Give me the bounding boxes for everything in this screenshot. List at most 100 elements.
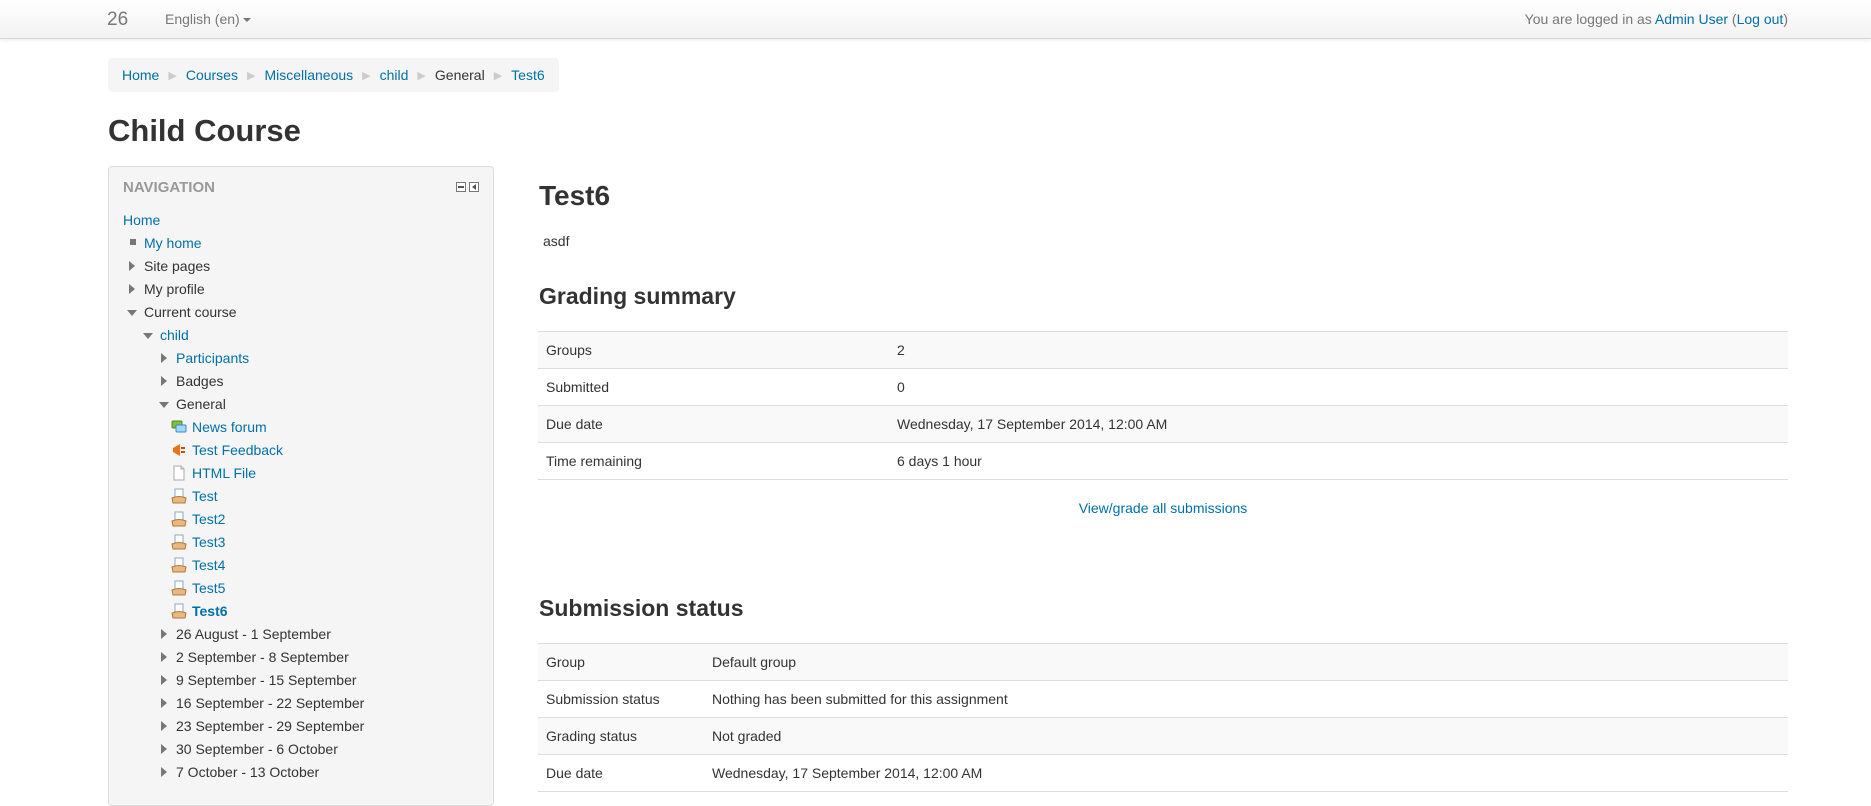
nav-item-my-home[interactable]: My home bbox=[109, 232, 493, 255]
nav-item-label: Badges bbox=[176, 373, 224, 389]
nav-item-site-pages[interactable]: Site pages bbox=[109, 255, 493, 278]
row-label: Due date bbox=[538, 405, 889, 443]
file-icon bbox=[173, 465, 185, 481]
nav-item-test4[interactable]: Test4 bbox=[109, 554, 493, 577]
breadcrumb-miscellaneous[interactable]: Miscellaneous bbox=[264, 67, 353, 83]
breadcrumb-general: General bbox=[434, 67, 485, 83]
top-navbar: 26 English (en) You are logged in as Adm… bbox=[0, 0, 1871, 39]
nav-item-label: General bbox=[176, 396, 226, 412]
assignment-title: Test6 bbox=[539, 180, 611, 211]
nav-item-test5[interactable]: Test5 bbox=[109, 577, 493, 600]
row-value: 6 days 1 hour bbox=[889, 442, 1788, 480]
nav-item-week[interactable]: 16 September - 22 September bbox=[109, 692, 493, 715]
nav-item-week[interactable]: 30 September - 6 October bbox=[109, 738, 493, 761]
breadcrumb-home[interactable]: Home bbox=[122, 67, 159, 83]
row-label: Grading status bbox=[538, 717, 704, 755]
nav-item-html-file[interactable]: HTML File bbox=[109, 462, 493, 485]
nav-item-label[interactable]: Test3 bbox=[192, 531, 225, 554]
nav-item-week[interactable]: 2 September - 8 September bbox=[109, 646, 493, 669]
dock-block-icon[interactable] bbox=[469, 182, 479, 192]
nav-item-label[interactable]: Test5 bbox=[192, 577, 225, 600]
site-brand[interactable]: 26 bbox=[107, 9, 128, 31]
nav-item-week[interactable]: 7 October - 13 October bbox=[109, 761, 493, 784]
collapse-arrow-icon[interactable] bbox=[159, 402, 169, 408]
breadcrumb: Home ▶ Courses ▶ Miscellaneous ▶ child ▶… bbox=[108, 58, 559, 92]
nav-item-label[interactable]: Participants bbox=[176, 347, 249, 370]
expand-arrow-icon[interactable] bbox=[161, 652, 167, 662]
nav-item-label[interactable]: Test bbox=[192, 485, 218, 508]
expand-arrow-icon[interactable] bbox=[161, 767, 167, 777]
nav-item-label[interactable]: Test6 bbox=[192, 600, 228, 623]
nav-item-test6[interactable]: Test6 bbox=[109, 600, 493, 623]
table-row: Group Default group bbox=[538, 643, 1788, 681]
nav-item-news-forum[interactable]: News forum bbox=[109, 416, 493, 439]
nav-item-label: Site pages bbox=[144, 258, 211, 274]
collapse-arrow-icon[interactable] bbox=[143, 333, 153, 339]
grading-summary-title: Grading summary bbox=[539, 283, 736, 309]
login-info: You are logged in as Admin User (Log out… bbox=[1525, 11, 1788, 27]
nav-item-label: 2 September - 8 September bbox=[176, 649, 349, 665]
nav-item-label[interactable]: Test Feedback bbox=[192, 439, 283, 462]
nav-item-label[interactable]: Test4 bbox=[192, 554, 225, 577]
row-label: Groups bbox=[538, 331, 889, 369]
breadcrumb-child[interactable]: child bbox=[380, 67, 409, 83]
row-label: Submission status bbox=[538, 680, 704, 718]
expand-arrow-icon[interactable] bbox=[161, 353, 167, 363]
nav-item-general[interactable]: General bbox=[109, 393, 493, 416]
nav-item-test2[interactable]: Test2 bbox=[109, 508, 493, 531]
breadcrumb-separator-icon: ▶ bbox=[246, 69, 256, 82]
nav-item-participants[interactable]: Participants bbox=[109, 347, 493, 370]
nav-item-week[interactable]: 26 August - 1 September bbox=[109, 623, 493, 646]
page-title: Child Course bbox=[108, 113, 301, 148]
navigation-block: Navigation Home My home Site pages My pr… bbox=[108, 166, 494, 806]
nav-item-label[interactable]: Home bbox=[123, 209, 160, 232]
nav-item-label[interactable]: Test2 bbox=[192, 508, 225, 531]
nav-item-week[interactable]: 23 September - 29 September bbox=[109, 715, 493, 738]
expand-arrow-icon[interactable] bbox=[129, 284, 135, 294]
assignment-icon bbox=[171, 580, 187, 596]
user-profile-link[interactable]: Admin User bbox=[1655, 11, 1728, 27]
expand-arrow-icon[interactable] bbox=[161, 721, 167, 731]
nav-item-test[interactable]: Test bbox=[109, 485, 493, 508]
breadcrumb-courses[interactable]: Courses bbox=[186, 67, 238, 83]
expand-arrow-icon[interactable] bbox=[161, 629, 167, 639]
nav-item-label[interactable]: My home bbox=[144, 232, 202, 255]
expand-arrow-icon[interactable] bbox=[129, 261, 135, 271]
assignment-description: asdf bbox=[543, 233, 570, 249]
nav-item-child[interactable]: child bbox=[109, 324, 493, 347]
collapse-block-icon[interactable] bbox=[456, 182, 466, 192]
nav-item-badges[interactable]: Badges bbox=[109, 370, 493, 393]
nav-item-label[interactable]: HTML File bbox=[192, 462, 256, 485]
breadcrumb-separator-icon: ▶ bbox=[362, 69, 371, 82]
nav-item-my-profile[interactable]: My profile bbox=[109, 278, 493, 301]
row-label: Group bbox=[538, 643, 704, 681]
row-value: Nothing has been submitted for this assi… bbox=[704, 680, 1788, 718]
row-label: Time remaining bbox=[538, 442, 889, 480]
nav-item-test3[interactable]: Test3 bbox=[109, 531, 493, 554]
expand-arrow-icon[interactable] bbox=[161, 376, 167, 386]
nav-item-home[interactable]: Home bbox=[109, 209, 493, 232]
table-row: Submission status Nothing has been submi… bbox=[538, 680, 1788, 718]
row-value: 2 bbox=[889, 331, 1788, 369]
logout-link[interactable]: Log out bbox=[1737, 11, 1784, 27]
row-label: Submitted bbox=[538, 368, 889, 406]
nav-item-test-feedback[interactable]: Test Feedback bbox=[109, 439, 493, 462]
nav-item-label[interactable]: child bbox=[160, 324, 189, 347]
table-row: Submitted 0 bbox=[538, 368, 1788, 406]
breadcrumb-separator-icon: ▶ bbox=[168, 69, 177, 82]
view-grade-all-submissions-link[interactable]: View/grade all submissions bbox=[1079, 500, 1248, 516]
breadcrumb-test6[interactable]: Test6 bbox=[511, 67, 544, 83]
expand-arrow-icon[interactable] bbox=[161, 675, 167, 685]
language-label: English (en) bbox=[165, 11, 240, 27]
submission-status-table: Group Default group Submission status No… bbox=[538, 643, 1788, 792]
bullet-icon bbox=[130, 239, 136, 245]
expand-arrow-icon[interactable] bbox=[161, 744, 167, 754]
feedback-icon bbox=[173, 444, 185, 456]
language-menu[interactable]: English (en) bbox=[165, 11, 251, 27]
nav-item-label[interactable]: News forum bbox=[192, 416, 267, 439]
nav-item-week[interactable]: 9 September - 15 September bbox=[109, 669, 493, 692]
table-row: Due date Wednesday, 17 September 2014, 1… bbox=[538, 754, 1788, 792]
collapse-arrow-icon[interactable] bbox=[127, 310, 137, 316]
nav-item-current-course[interactable]: Current course bbox=[109, 301, 493, 324]
expand-arrow-icon[interactable] bbox=[161, 698, 167, 708]
